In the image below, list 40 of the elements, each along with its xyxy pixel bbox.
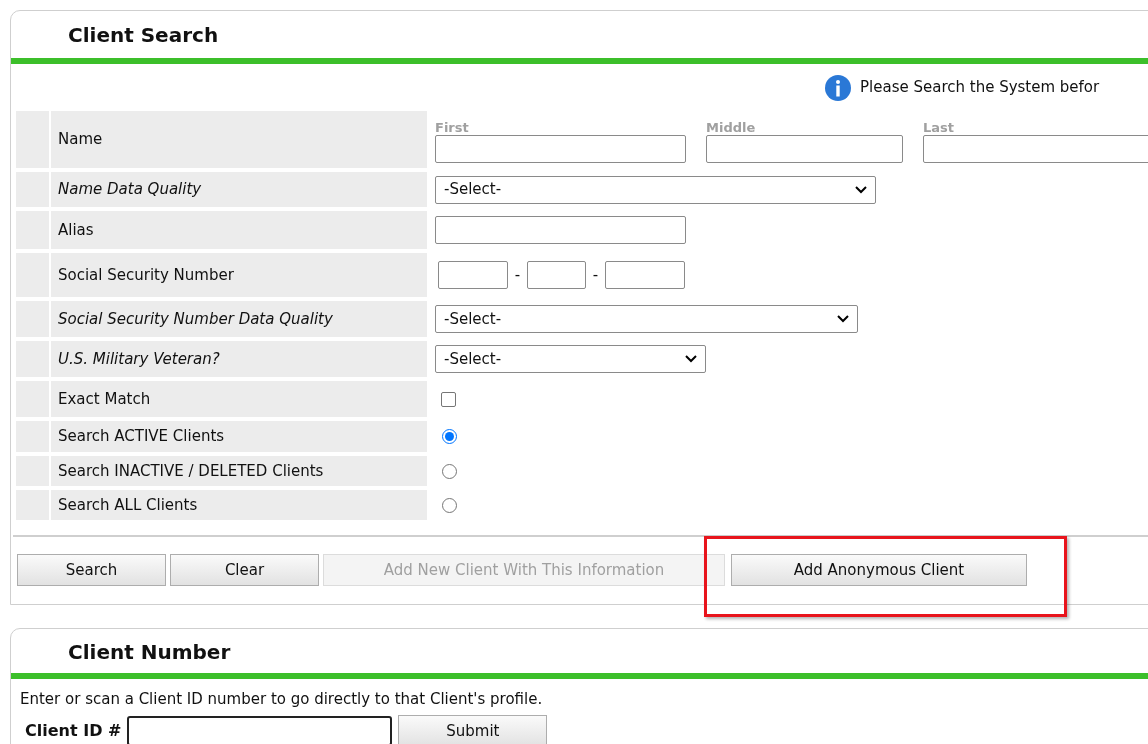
chevron-down-icon <box>685 355 697 363</box>
panel-title: Client Search <box>68 22 219 49</box>
field-label: Search ACTIVE Clients <box>58 426 225 448</box>
select-dropdown[interactable]: -Select- <box>435 175 876 204</box>
ssn-separator: - <box>513 264 522 286</box>
submit-button[interactable]: Submit <box>398 715 548 744</box>
name-input[interactable] <box>706 135 903 163</box>
action-button[interactable]: Clear <box>170 554 319 586</box>
chevron-down-icon <box>837 315 849 323</box>
ssn-input[interactable] <box>527 261 586 289</box>
field-label: Exact Match <box>58 388 151 410</box>
action-button[interactable]: Search <box>17 554 166 586</box>
field-label: Social Security Number Data Quality <box>58 308 333 330</box>
name-input[interactable] <box>435 135 686 163</box>
info-icon <box>824 73 852 102</box>
field-caption: Middle <box>706 120 757 135</box>
field-caption: Last <box>923 120 955 135</box>
field-label: Search ALL Clients <box>58 494 198 516</box>
name-input[interactable] <box>923 135 1148 163</box>
instructions-text: Enter or scan a Client ID number to go directly to that Client's profile. <box>20 690 543 708</box>
chevron-down-icon <box>855 185 867 194</box>
action-button[interactable]: Add Anonymous Client <box>731 554 1027 586</box>
field-label: U.S. Military Veteran? <box>58 348 220 370</box>
client-id-input[interactable] <box>127 716 393 744</box>
alias-input[interactable] <box>435 216 686 244</box>
field-label: Search INACTIVE / DELETED Clients <box>58 460 324 482</box>
field-label: Social Security Number <box>58 264 234 286</box>
field-label: Name Data Quality <box>58 179 202 201</box>
client-id-label: Client ID # <box>25 720 122 742</box>
ssn-separator: - <box>591 264 600 286</box>
field-caption: First <box>435 120 470 135</box>
ssn-input[interactable] <box>438 261 508 289</box>
panel-title: Client Number <box>68 639 231 666</box>
select-dropdown[interactable]: -Select- <box>435 305 858 333</box>
field-label: Name <box>58 129 103 151</box>
checkbox[interactable] <box>441 391 456 407</box>
select-dropdown[interactable]: -Select- <box>435 345 706 373</box>
ssn-input[interactable] <box>605 261 685 289</box>
field-label: Alias <box>58 219 94 241</box>
notice-text: Please Search the System befor <box>860 77 1100 99</box>
